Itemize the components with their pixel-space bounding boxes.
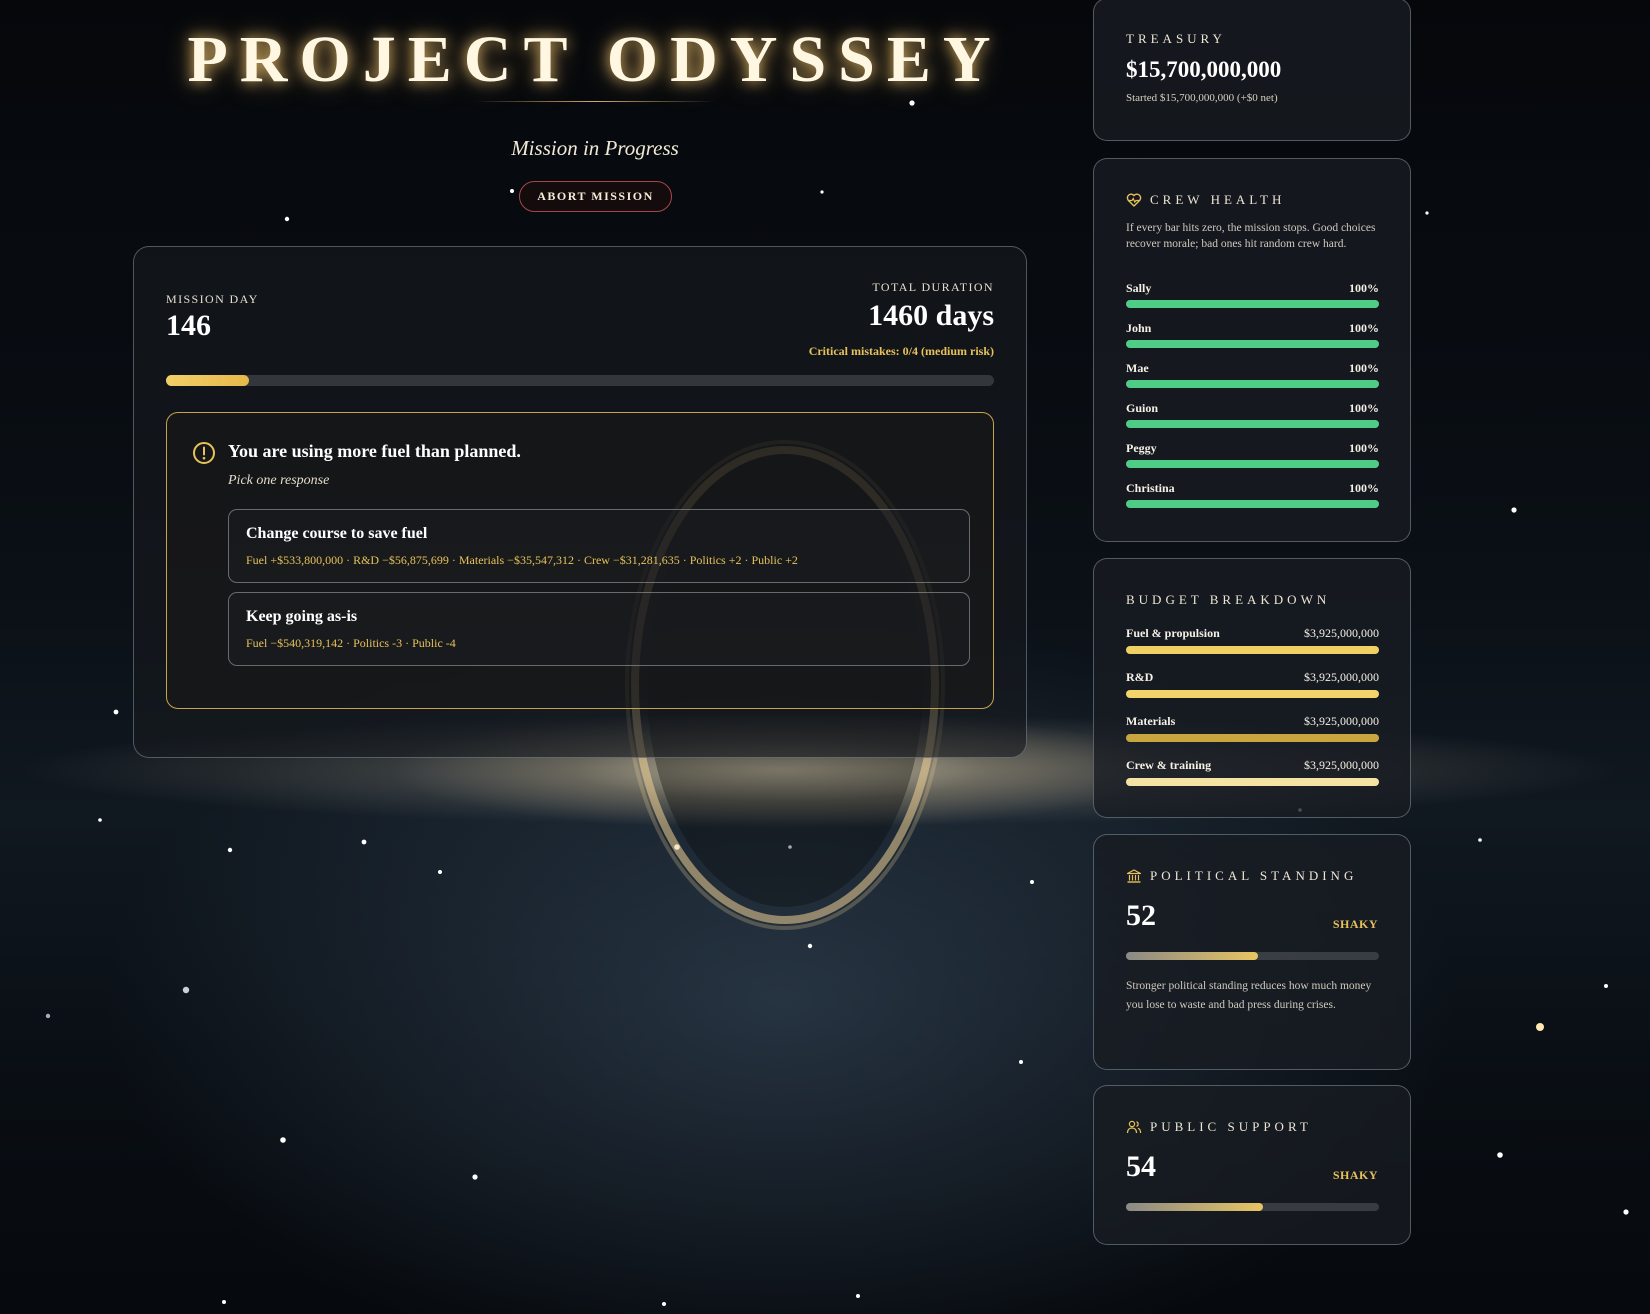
crew-health-title: CREW HEALTH [1150, 192, 1286, 207]
crew-health-fill [1126, 300, 1379, 308]
budget-amount: $3,925,000,000 [1304, 758, 1379, 772]
crew-name: Guion [1126, 401, 1159, 415]
choice-title: Change course to save fuel [246, 525, 428, 542]
crew-member-row: Guion 100% [1126, 401, 1379, 429]
event-title: You are using more fuel than planned. [228, 441, 521, 461]
budget-bar-fill [1126, 734, 1379, 742]
treasury-value: $15,700,000,000 [1126, 57, 1282, 82]
crew-member-row: Mae 100% [1126, 361, 1379, 389]
crew-health-fill [1126, 420, 1379, 428]
crew-health-percent: 100% [1349, 481, 1379, 495]
crew-member-row: Christina 100% [1126, 481, 1379, 509]
budget-bar-fill [1126, 778, 1379, 786]
mission-panel: MISSION DAY 146 TOTAL DURATION 1460 days… [133, 246, 1027, 758]
page-title: PROJECT ODYSSEY [187, 23, 1003, 96]
budget-bar [1126, 734, 1379, 742]
choice-effects: Fuel −$540,319,142 · Politics -3 · Publi… [246, 636, 456, 650]
budget-bar [1126, 778, 1379, 786]
budget-amount: $3,925,000,000 [1304, 670, 1379, 684]
budget-category: Crew & training [1126, 758, 1212, 772]
crew-name: Peggy [1126, 441, 1157, 455]
crew-health-percent: 100% [1349, 361, 1379, 375]
crew-health-percent: 100% [1349, 281, 1379, 295]
political-standing-fill [1126, 952, 1258, 960]
political-standing-value: 52 [1126, 899, 1156, 932]
crew-name: Sally [1126, 281, 1152, 295]
mission-progress-fill [166, 375, 249, 386]
budget-row: R&D $3,925,000,000 [1126, 670, 1379, 700]
public-support-fill [1126, 1203, 1263, 1211]
mission-status-subtitle: Mission in Progress [511, 136, 679, 160]
event-prompt: Pick one response [228, 473, 330, 488]
crew-name: John [1126, 321, 1152, 335]
crew-health-fill [1126, 380, 1379, 388]
budget-breakdown-card: BUDGET BREAKDOWN Fuel & propulsion $3,92… [1093, 558, 1411, 818]
title-divider [475, 101, 715, 102]
public-support-title: PUBLIC SUPPORT [1150, 1119, 1312, 1134]
budget-row: Crew & training $3,925,000,000 [1126, 758, 1379, 788]
mission-day-label: MISSION DAY [166, 292, 259, 306]
total-duration-value: 1460 days [868, 299, 994, 332]
budget-bar-fill [1126, 690, 1379, 698]
crew-health-bar [1126, 380, 1379, 388]
mission-day-value: 146 [166, 309, 211, 342]
public-status-badge: SHAKY [1332, 1168, 1378, 1182]
budget-bar [1126, 646, 1379, 654]
crew-member-row: Sally 100% [1126, 281, 1379, 309]
crew-health-bar [1126, 460, 1379, 468]
total-duration-label: TOTAL DURATION [872, 280, 994, 294]
political-standing-card: POLITICAL STANDING 52 SHAKY Stronger pol… [1093, 834, 1411, 1070]
budget-amount: $3,925,000,000 [1304, 626, 1379, 640]
crew-health-description: If every bar hits zero, the mission stop… [1126, 222, 1376, 250]
crew-health-bar [1126, 420, 1379, 428]
crew-member-row: John 100% [1126, 321, 1379, 349]
budget-row: Materials $3,925,000,000 [1126, 714, 1379, 744]
political-status-badge: SHAKY [1332, 917, 1378, 931]
crew-health-percent: 100% [1349, 401, 1379, 415]
abort-mission-button[interactable]: ABORT MISSION [519, 181, 672, 212]
budget-category: R&D [1126, 670, 1154, 684]
crew-health-bar [1126, 300, 1379, 308]
treasury-title: TREASURY [1126, 31, 1226, 46]
choice-keep-going[interactable]: Keep going as-is Fuel −$540,319,142 · Po… [228, 592, 970, 666]
choice-change-course[interactable]: Change course to save fuel Fuel +$533,80… [228, 509, 970, 583]
crew-name: Christina [1126, 481, 1175, 495]
crew-health-card: CREW HEALTH If every bar hits zero, the … [1093, 158, 1411, 542]
choice-effects: Fuel +$533,800,000 · R&D −$56,875,699 · … [246, 553, 798, 567]
crew-health-bar [1126, 340, 1379, 348]
budget-category: Fuel & propulsion [1126, 626, 1220, 640]
mission-progress-bar [166, 375, 994, 386]
crew-health-percent: 100% [1349, 321, 1379, 335]
budget-row: Fuel & propulsion $3,925,000,000 [1126, 626, 1379, 656]
crew-health-fill [1126, 340, 1379, 348]
crew-health-bar [1126, 500, 1379, 508]
political-standing-description: Stronger political standing reduces how … [1126, 980, 1372, 1011]
budget-title: BUDGET BREAKDOWN [1126, 592, 1331, 607]
crew-name: Mae [1126, 361, 1149, 375]
budget-category: Materials [1126, 714, 1176, 728]
crew-member-row: Peggy 100% [1126, 441, 1379, 469]
heart-pulse-icon [1126, 193, 1142, 207]
public-support-value: 54 [1126, 1150, 1156, 1183]
choice-title: Keep going as-is [246, 608, 358, 625]
budget-bar-fill [1126, 646, 1379, 654]
crew-health-fill [1126, 460, 1379, 468]
bank-icon [1126, 869, 1142, 883]
public-support-bar [1126, 1203, 1379, 1211]
political-standing-title: POLITICAL STANDING [1150, 868, 1358, 883]
users-icon [1126, 1120, 1142, 1134]
public-support-card: PUBLIC SUPPORT 54 SHAKY [1093, 1085, 1411, 1245]
alert-circle-icon [193, 442, 215, 464]
budget-bar [1126, 690, 1379, 698]
treasury-start-note: Started $15,700,000,000 (+$0 net) [1126, 92, 1278, 104]
event-card: You are using more fuel than planned. Pi… [166, 412, 994, 709]
critical-mistakes-text: Critical mistakes: 0/4 (medium risk) [808, 344, 994, 358]
budget-amount: $3,925,000,000 [1304, 714, 1379, 728]
crew-health-percent: 100% [1349, 441, 1379, 455]
treasury-card: TREASURY $15,700,000,000 Started $15,700… [1093, 0, 1411, 141]
crew-health-fill [1126, 500, 1379, 508]
political-standing-bar [1126, 952, 1379, 960]
